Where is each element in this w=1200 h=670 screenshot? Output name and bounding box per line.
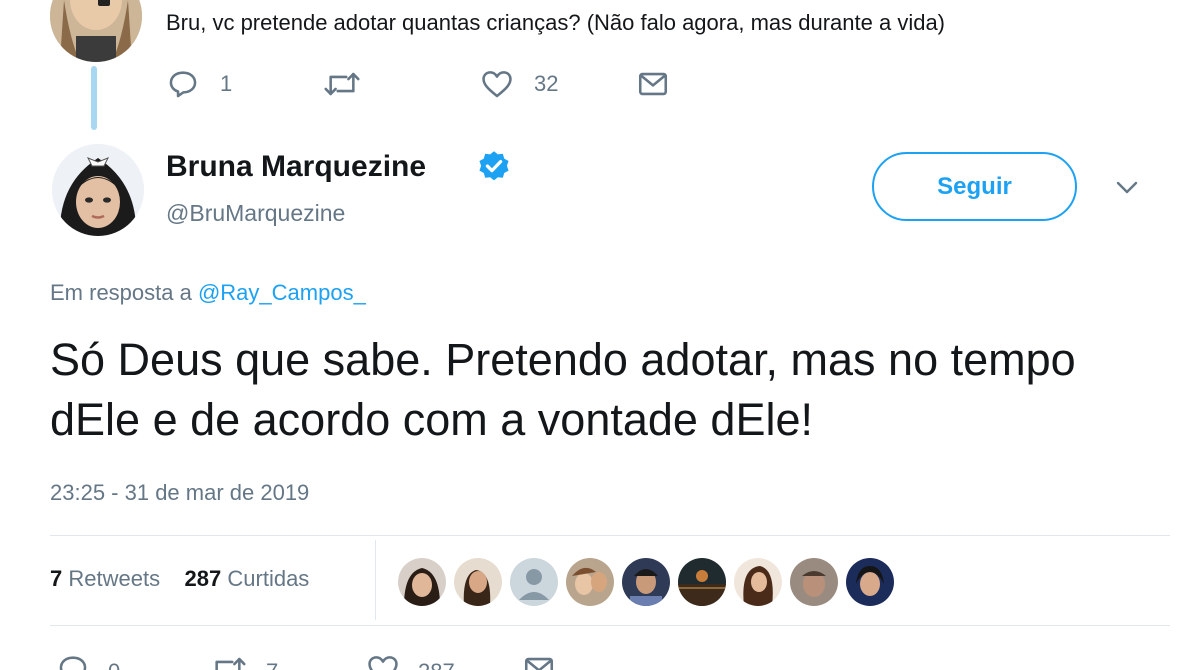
reply-icon xyxy=(56,652,90,670)
like-icon xyxy=(480,67,514,101)
like-icon xyxy=(366,652,400,670)
parent-dm-button[interactable] xyxy=(636,66,670,102)
like-count: 287 xyxy=(184,566,222,591)
liker-avatar[interactable] xyxy=(454,558,502,606)
liker-avatar[interactable] xyxy=(566,558,614,606)
retweet-label: Retweets xyxy=(68,566,161,591)
liker-avatar[interactable] xyxy=(734,558,782,606)
reply-mention-link[interactable]: @Ray_Campos_ xyxy=(198,280,366,305)
liker-avatar[interactable] xyxy=(790,558,838,606)
chevron-down-icon[interactable] xyxy=(1112,178,1142,203)
retweet-icon xyxy=(208,652,248,670)
parent-reply-button[interactable]: 1 xyxy=(166,66,232,102)
tweet-timestamp[interactable]: 23:25 - 31 de mar de 2019 xyxy=(50,480,309,506)
liker-avatar[interactable] xyxy=(678,558,726,606)
parent-like-count: 32 xyxy=(534,71,559,96)
likes-stat[interactable]: 287 Curtidas xyxy=(185,566,310,591)
author-handle[interactable]: @BruMarquezine xyxy=(166,200,345,227)
verified-icon xyxy=(476,149,512,190)
liker-avatar[interactable] xyxy=(846,558,894,606)
parent-reply-count: 1 xyxy=(220,71,233,96)
stats-separator xyxy=(375,540,376,620)
dm-icon xyxy=(522,652,556,670)
parent-like-button[interactable]: 32 xyxy=(480,66,558,102)
thread-connector-line xyxy=(91,66,97,130)
like-label: Curtidas xyxy=(227,566,310,591)
dm-icon xyxy=(636,67,670,101)
liker-avatar[interactable] xyxy=(398,558,446,606)
follow-button[interactable]: Seguir xyxy=(872,152,1077,221)
retweet-count-bottom: 7 xyxy=(266,659,278,670)
retweet-button[interactable]: 7 xyxy=(208,652,278,670)
author-name[interactable]: Bruna Marquezine xyxy=(166,150,426,184)
reply-prefix: Em resposta a xyxy=(50,280,198,305)
retweet-icon xyxy=(322,67,362,101)
reply-context: Em resposta a @Ray_Campos_ xyxy=(50,280,366,306)
reply-button[interactable]: 0 xyxy=(56,652,120,670)
dm-button[interactable] xyxy=(522,652,556,670)
stats-bottom-divider xyxy=(50,625,1170,626)
reply-icon xyxy=(166,67,200,101)
retweet-count: 7 xyxy=(50,566,63,591)
author-avatar[interactable] xyxy=(52,144,144,236)
liker-avatars xyxy=(398,558,894,606)
parent-retweet-button[interactable] xyxy=(322,66,362,102)
like-count-bottom: 287 xyxy=(418,659,455,670)
liker-avatar[interactable] xyxy=(622,558,670,606)
reply-count: 0 xyxy=(108,659,120,670)
retweets-stat[interactable]: 7 Retweets xyxy=(50,566,160,591)
engagement-stats: 7 Retweets 287 Curtidas xyxy=(50,566,309,592)
parent-tweet-text: Bru, vc pretende adotar quantas crianças… xyxy=(166,10,946,35)
tweet-text: Só Deus que sabe. Pretendo adotar, mas n… xyxy=(50,334,1076,445)
like-button[interactable]: 287 xyxy=(366,652,455,670)
parent-author-avatar[interactable] xyxy=(50,0,142,62)
stats-top-divider xyxy=(50,535,1170,536)
liker-avatar[interactable] xyxy=(510,558,558,606)
